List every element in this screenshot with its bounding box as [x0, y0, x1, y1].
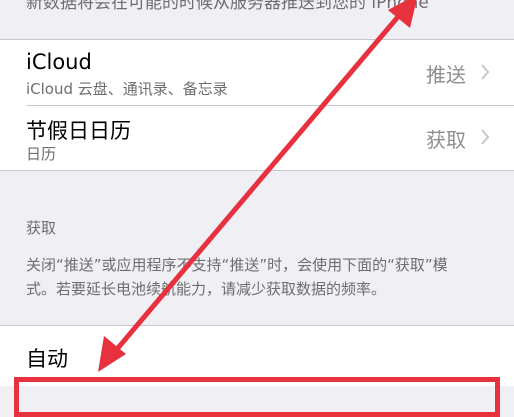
- account-title: iCloud: [26, 50, 92, 74]
- account-fetch-value: 推送: [426, 63, 466, 87]
- account-row-holiday-calendar[interactable]: 节假日日历 日历 获取: [0, 105, 514, 170]
- chevron-right-icon: [481, 129, 490, 145]
- account-fetch-value: 获取: [426, 128, 466, 152]
- accounts-section: iCloud iCloud 云盘、通讯录、备忘录 推送 节假日日历 日历 获取: [0, 39, 514, 171]
- account-title: 节假日日历: [26, 119, 131, 143]
- fetch-group-description: 关闭“推送”或应用程序不支持“推送”时，会使用下面的“获取”模式。若要延长电池续…: [26, 256, 448, 298]
- account-subtitle: iCloud 云盘、通讯录、备忘录: [26, 80, 228, 98]
- annotation-highlight-box: [14, 377, 500, 417]
- fetch-option-label: 自动: [26, 347, 68, 371]
- chevron-right-icon: [481, 64, 490, 80]
- push-description: 新数据将会在可能的时候从服务器推送到您的 iPhone: [26, 0, 429, 13]
- account-row-icloud[interactable]: iCloud iCloud 云盘、通讯录、备忘录 推送: [0, 40, 514, 105]
- account-subtitle: 日历: [26, 145, 57, 163]
- fetch-group-header: 获取: [26, 219, 57, 237]
